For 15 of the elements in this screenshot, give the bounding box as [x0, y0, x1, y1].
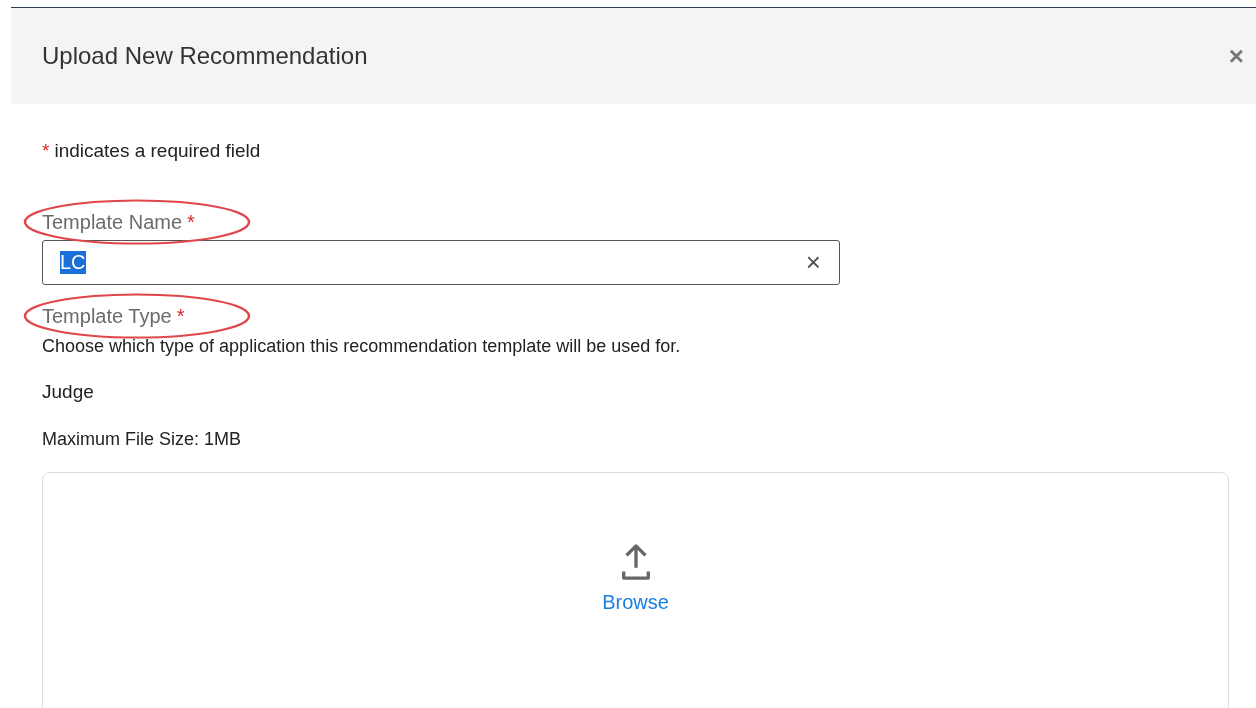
required-mark: *	[42, 140, 50, 162]
file-size-limit: Maximum File Size: 1MB	[42, 429, 243, 450]
browse-link[interactable]: Browse	[602, 591, 669, 614]
template-name-field[interactable]: LC ×	[42, 240, 840, 285]
field-label: Template Name	[42, 211, 183, 234]
required-mark: *	[176, 305, 185, 328]
close-button[interactable]: ×	[1224, 40, 1248, 72]
upload-drop-zone[interactable]: Browse	[42, 472, 1229, 708]
required-mark: *	[187, 211, 195, 234]
field-value: Judge	[42, 381, 95, 403]
required-note: indicates a required field	[54, 140, 261, 162]
field-description: Choose which type of application this recommendation template will be used for.	[42, 336, 682, 357]
field-label: Template Type	[42, 305, 172, 328]
clear-icon[interactable]: ×	[805, 247, 821, 278]
dialog-title: Upload New Recommendation	[42, 42, 368, 70]
